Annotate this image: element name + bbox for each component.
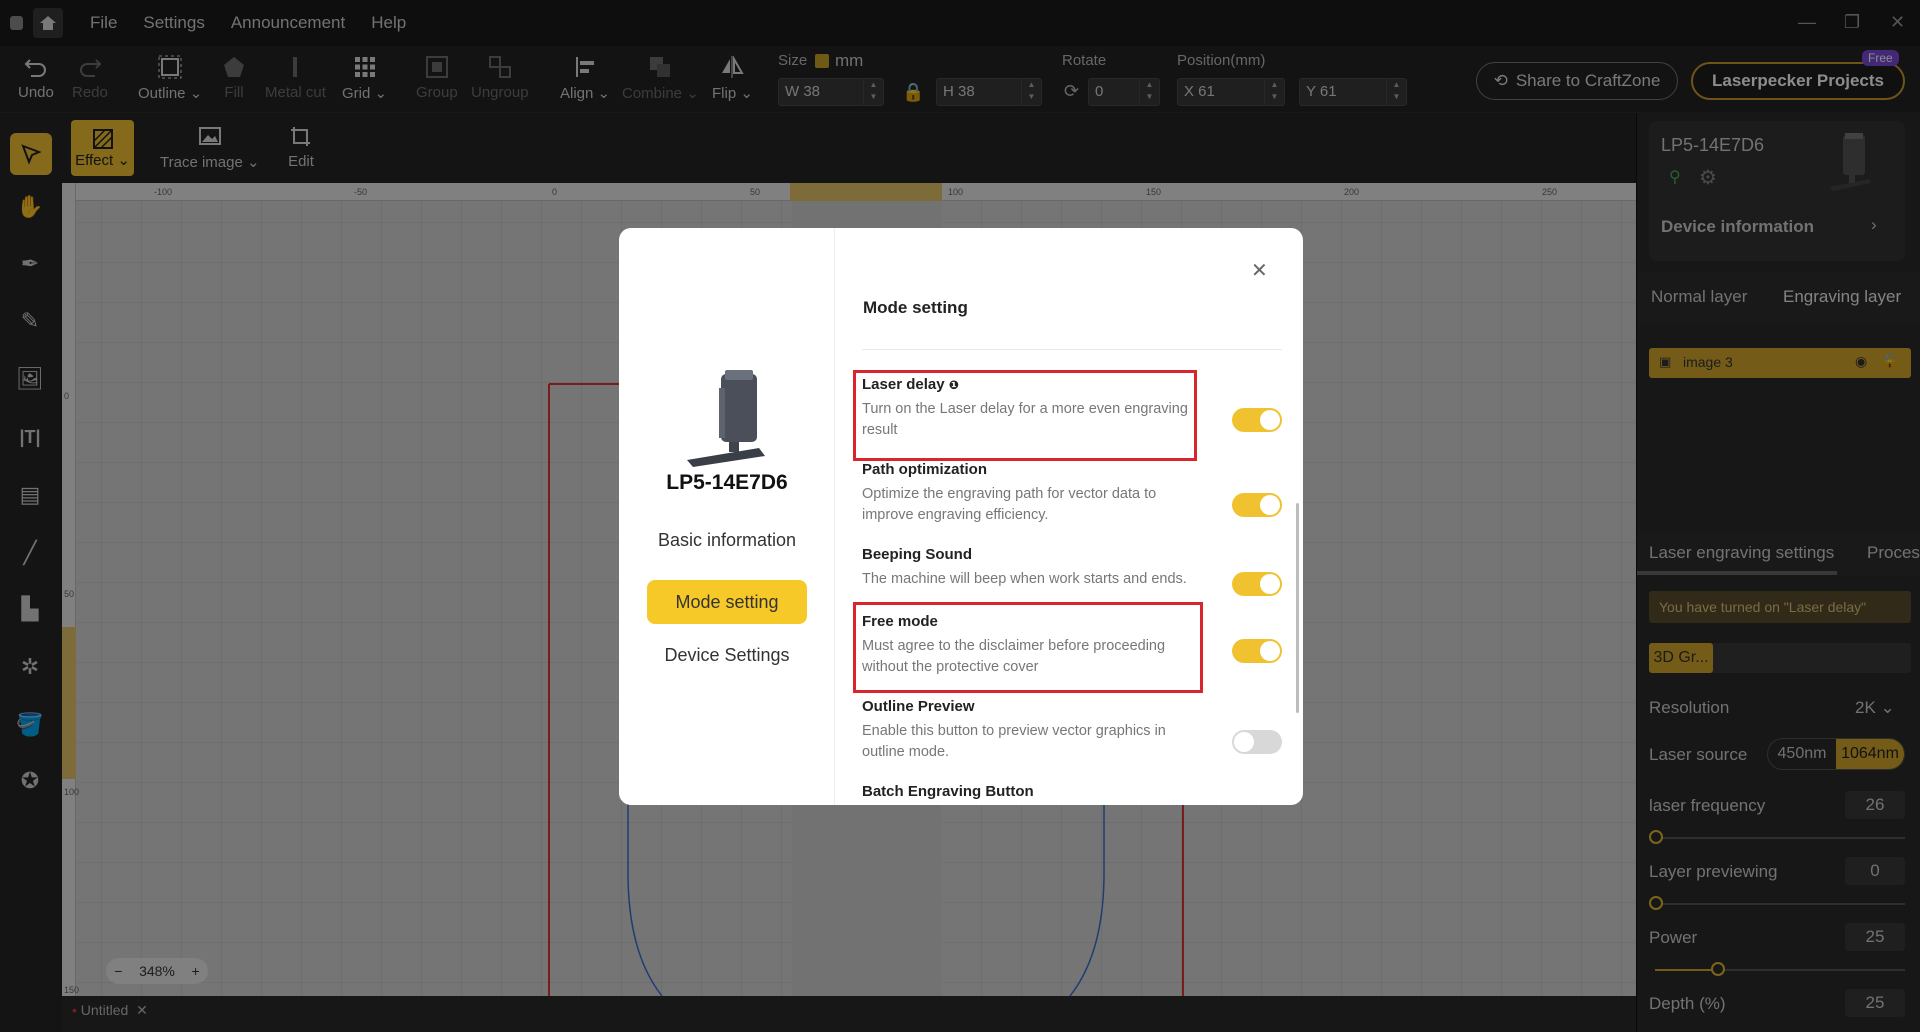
outline-preview-desc: Enable this button to preview vector gra… — [862, 723, 1166, 760]
modal-device-name: LP5-14E7D6 — [666, 471, 788, 494]
setting-outline-preview: Outline Preview Enable this button to pr… — [862, 698, 1282, 763]
nav-basic-information[interactable]: Basic information — [647, 518, 807, 562]
nav-device-settings[interactable]: Device Settings — [647, 633, 807, 677]
modal-scrollbar[interactable] — [1296, 503, 1299, 713]
path-optimization-toggle[interactable] — [1232, 493, 1282, 517]
beeping-sound-desc: The machine will beep when work starts a… — [862, 571, 1187, 587]
close-icon[interactable]: ✕ — [1251, 258, 1268, 283]
beeping-sound-title: Beeping Sound — [862, 546, 972, 563]
batch-engraving-title: Batch Engraving Button — [862, 783, 1034, 800]
mode-setting-title: Mode setting — [863, 298, 968, 317]
divider — [862, 349, 1282, 350]
path-optimization-desc: Optimize the engraving path for vector d… — [862, 486, 1157, 523]
device-settings-modal: LP5-14E7D6 Basic information Mode settin… — [619, 228, 1303, 805]
setting-batch-engraving: Batch Engraving Button — [862, 783, 1282, 800]
device-image — [681, 368, 773, 468]
setting-beeping-sound: Beeping Sound The machine will beep when… — [862, 546, 1282, 596]
setting-path-optimization: Path optimization Optimize the engraving… — [862, 461, 1282, 526]
modal-sidebar: LP5-14E7D6 Basic information Mode settin… — [619, 228, 835, 805]
free-mode-toggle[interactable] — [1232, 639, 1282, 663]
beeping-sound-toggle[interactable] — [1232, 572, 1282, 596]
outline-preview-toggle[interactable] — [1232, 730, 1282, 754]
laser-delay-toggle[interactable] — [1232, 408, 1282, 432]
highlight-laser-delay — [853, 370, 1197, 461]
path-optimization-title: Path optimization — [862, 461, 987, 478]
nav-mode-setting[interactable]: Mode setting — [647, 580, 807, 624]
outline-preview-title: Outline Preview — [862, 698, 975, 715]
highlight-free-mode — [853, 602, 1203, 693]
